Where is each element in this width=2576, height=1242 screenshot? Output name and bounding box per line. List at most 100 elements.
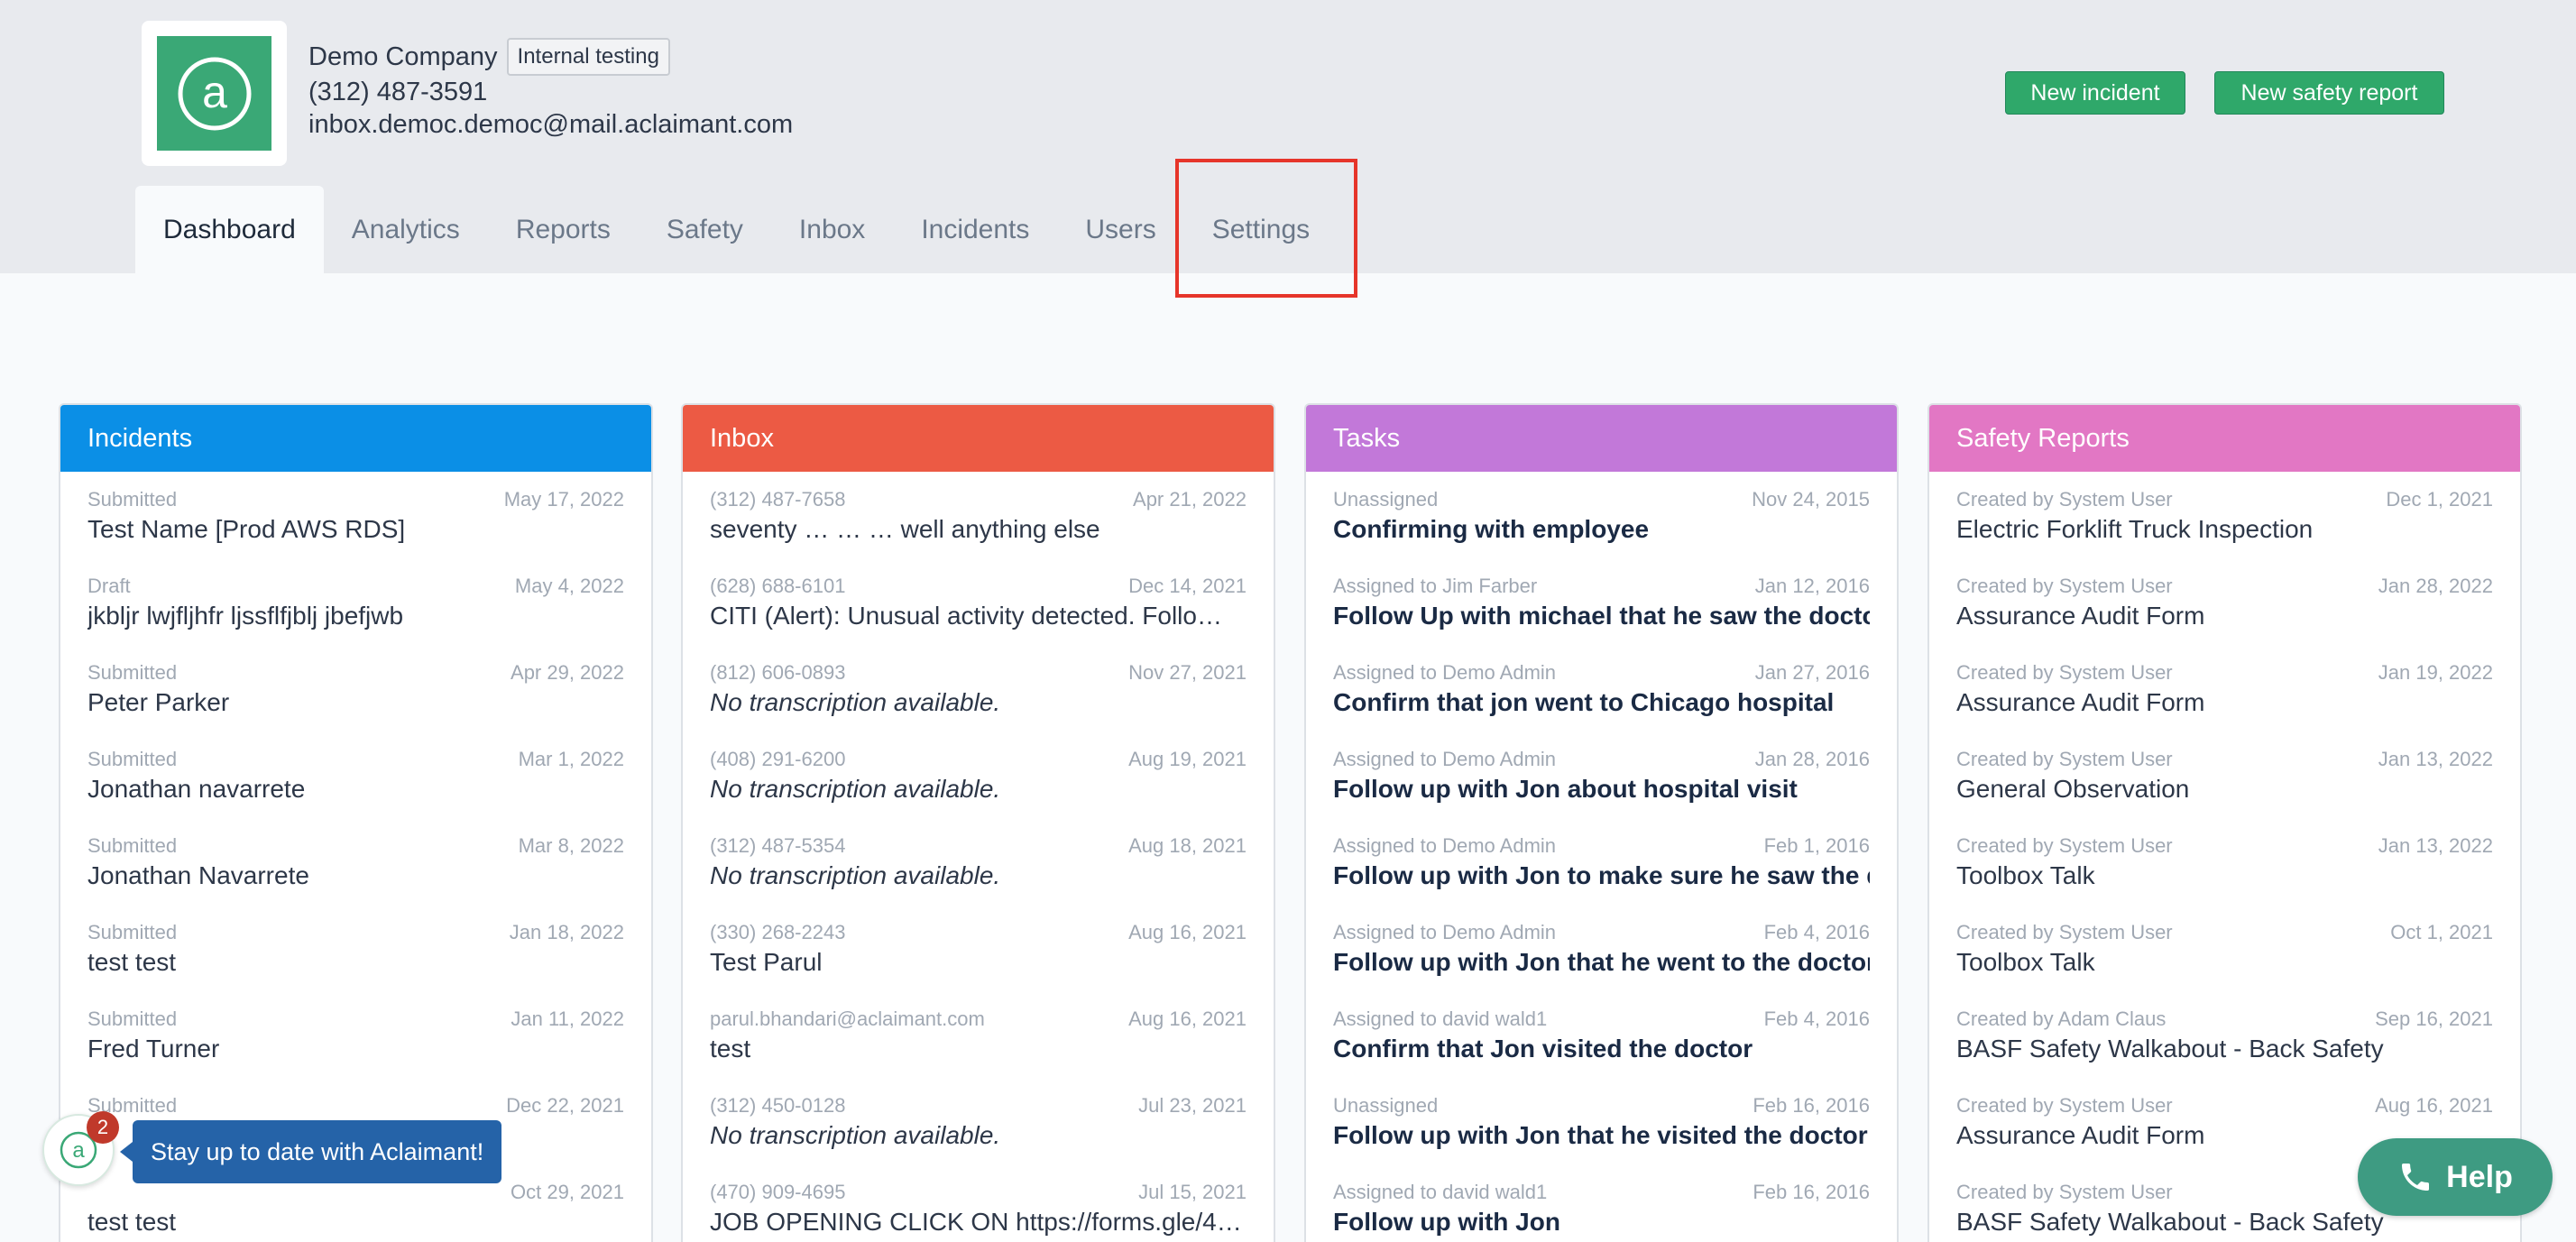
item-date: Nov 24, 2015 [1752, 488, 1870, 511]
list-item[interactable]: (408) 291-6200 Aug 19, 2021 No transcripti… [683, 731, 1274, 818]
list-item[interactable]: Submitted Apr 29, 2022 Peter Parker [60, 645, 651, 731]
item-title: Assurance Audit Form [1956, 688, 2205, 716]
item-date: Apr 21, 2022 [1133, 488, 1247, 511]
safety-reports-panel-header[interactable]: Safety Reports [1929, 405, 2520, 472]
item-title: Electric Forklift Truck Inspection [1956, 515, 2314, 543]
item-meta: Assigned to Demo Admin [1333, 921, 1557, 943]
list-item[interactable]: Submitted May 17, 2022 Test Name [Prod AWS… [60, 472, 651, 558]
item-meta: parul.bhandari@aclaimant.com [710, 1007, 985, 1030]
item-meta: Submitted [87, 921, 178, 943]
item-date: Aug 19, 2021 [1128, 748, 1247, 770]
new-safety-report-button[interactable]: New safety report [2214, 71, 2444, 115]
tasks-list: Unassigned Nov 24, 2015 Confirming with em… [1306, 472, 1897, 1242]
item-meta: Assigned to david wald1 [1333, 1181, 1548, 1203]
list-item[interactable]: Assigned to david wald1 Feb 16, 2016 Follo… [1306, 1164, 1897, 1242]
item-meta: Created by System User [1956, 1094, 2173, 1117]
tab-settings[interactable]: Settings [1184, 186, 1338, 273]
list-item[interactable]: Created by System User Jan 28, 2022 Assura… [1929, 558, 2520, 645]
tab-incidents[interactable]: Incidents [893, 186, 1057, 273]
company-phone: (312) 487-3591 [308, 78, 488, 106]
item-meta: Created by System User [1956, 488, 2173, 511]
item-title: Follow Up with michael that he saw the d… [1333, 602, 1870, 630]
list-item[interactable]: (312) 487-7658 Apr 21, 2022 seventy … … … … [683, 472, 1274, 558]
list-item[interactable]: Assigned to Demo Admin Jan 27, 2016 Confir… [1306, 645, 1897, 731]
svg-text:a: a [202, 67, 227, 117]
list-item[interactable]: (628) 688-6101 Dec 14, 2021 CITI (Alert): … [683, 558, 1274, 645]
item-meta: (312) 487-7658 [710, 488, 846, 511]
list-item[interactable]: Unassigned Nov 24, 2015 Confirming with em… [1306, 472, 1897, 558]
list-item[interactable]: Created by System User Jan 19, 2022 Assura… [1929, 645, 2520, 731]
item-date: Nov 27, 2021 [1128, 661, 1247, 684]
item-title: Toolbox Talk [1956, 861, 2095, 889]
item-title: JOB OPENING CLICK ON https://forms.gle/4… [710, 1208, 1242, 1236]
list-item[interactable]: Assigned to Jim Farber Jan 12, 2016 Follow… [1306, 558, 1897, 645]
list-item[interactable]: Created by System User Jan 13, 2022 Genera… [1929, 731, 2520, 818]
item-date: Mar 1, 2022 [518, 748, 624, 770]
list-item[interactable]: Assigned to david wald1 Feb 4, 2016 Confir… [1306, 991, 1897, 1078]
list-item[interactable]: (812) 606-0893 Nov 27, 2021 No transcripti… [683, 645, 1274, 731]
tab-safety[interactable]: Safety [639, 186, 771, 273]
list-item[interactable]: (312) 487-5354 Aug 18, 2021 No transcripti… [683, 818, 1274, 905]
item-meta: Assigned to Demo Admin [1333, 661, 1557, 684]
list-item[interactable]: parul.bhandari@aclaimant.com Aug 16, 2021… [683, 991, 1274, 1078]
item-title: Jonathan Navarrete [87, 861, 309, 889]
list-item[interactable]: Draft May 4, 2022 jkbljr lwjfljhfr ljssflf… [60, 558, 651, 645]
phone-icon [2402, 1164, 2430, 1191]
item-date: Aug 16, 2021 [1128, 1007, 1247, 1030]
tab-reports[interactable]: Reports [488, 186, 639, 273]
list-item[interactable]: Assigned to Demo Admin Feb 4, 2016 Follow … [1306, 905, 1897, 991]
item-date: Sep 16, 2021 [2375, 1007, 2493, 1030]
item-meta: Unassigned [1333, 1094, 1439, 1117]
help-button[interactable]: Help [2358, 1138, 2553, 1216]
list-item[interactable]: Submitted Jan 11, 2022 Fred Turner [60, 991, 651, 1078]
list-item[interactable]: Created by System User Jan 13, 2022 Toolbo… [1929, 818, 2520, 905]
help-label: Help [2446, 1159, 2513, 1194]
item-date: May 4, 2022 [514, 575, 624, 597]
company-logo[interactable]: a [142, 21, 287, 166]
item-title: Assurance Audit Form [1956, 602, 2205, 630]
tasks-panel-header[interactable]: Tasks [1306, 405, 1897, 472]
item-meta: (408) 291-6200 [710, 748, 846, 770]
item-meta: Submitted [87, 748, 178, 770]
tab-inbox[interactable]: Inbox [771, 186, 893, 273]
tasks-panel: Tasks Unassigned Nov 24, 2015 Confirming w… [1304, 403, 1899, 1242]
item-date: Apr 29, 2022 [511, 661, 624, 684]
item-date: Mar 8, 2022 [518, 834, 624, 857]
item-title: test test [87, 948, 177, 976]
main-nav: Dashboard Analytics Reports Safety Inbox… [135, 186, 1338, 273]
tab-dashboard[interactable]: Dashboard [135, 186, 324, 273]
item-title: Follow up with Jon [1333, 1208, 1560, 1236]
list-item[interactable]: Assigned to Demo Admin Feb 1, 2016 Follow … [1306, 818, 1897, 905]
list-item[interactable]: Submitted Jan 18, 2022 test test [60, 905, 651, 991]
tab-users[interactable]: Users [1057, 186, 1183, 273]
item-date: Jul 15, 2021 [1138, 1181, 1247, 1203]
notification-tooltip[interactable]: Stay up to date with Aclaimant! [119, 1120, 502, 1183]
inbox-panel-header[interactable]: Inbox [683, 405, 1274, 472]
aclaimant-logo-icon: a [157, 36, 271, 151]
item-date: Aug 16, 2021 [2375, 1094, 2493, 1117]
list-item[interactable]: (312) 450-0128 Jul 23, 2021 No transcripti… [683, 1078, 1274, 1164]
item-title: Fred Turner [87, 1035, 220, 1063]
list-item[interactable]: (470) 909-4695 Jul 15, 2021 JOB OPENING CL… [683, 1164, 1274, 1242]
item-title: Follow up with Jon about hospital visit [1333, 775, 1798, 803]
item-title: No transcription available. [710, 1121, 1001, 1149]
list-item[interactable]: Created by System User Dec 1, 2021 Electri… [1929, 472, 2520, 558]
item-meta: Created by System User [1956, 834, 2173, 857]
item-title: Follow up with Jon that he went to the d… [1333, 948, 1870, 976]
item-title: No transcription available. [710, 861, 1001, 889]
item-meta: Assigned to david wald1 [1333, 1007, 1548, 1030]
item-meta: (330) 268-2243 [710, 921, 846, 943]
list-item[interactable]: Created by Adam Claus Sep 16, 2021 BASF Sa… [1929, 991, 2520, 1078]
list-item[interactable]: Unassigned Feb 16, 2016 Follow up with Jon… [1306, 1078, 1897, 1164]
list-item[interactable]: Created by System User Oct 1, 2021 Toolbox… [1929, 905, 2520, 991]
list-item[interactable]: Submitted Mar 1, 2022 Jonathan navarrete [60, 731, 651, 818]
new-incident-button[interactable]: New incident [2005, 71, 2185, 115]
tab-analytics[interactable]: Analytics [324, 186, 488, 273]
incidents-panel: Incidents Submitted May 17, 2022 Test Name… [59, 403, 653, 1242]
item-meta: Created by Adam Claus [1956, 1007, 2167, 1030]
incidents-panel-header[interactable]: Incidents [60, 405, 651, 472]
item-title: CITI (Alert): Unusual activity detected.… [710, 602, 1222, 630]
list-item[interactable]: Assigned to Demo Admin Jan 28, 2016 Follow… [1306, 731, 1897, 818]
list-item[interactable]: Submitted Mar 8, 2022 Jonathan Navarrete [60, 818, 651, 905]
list-item[interactable]: (330) 268-2243 Aug 16, 2021 Test Parul [683, 905, 1274, 991]
